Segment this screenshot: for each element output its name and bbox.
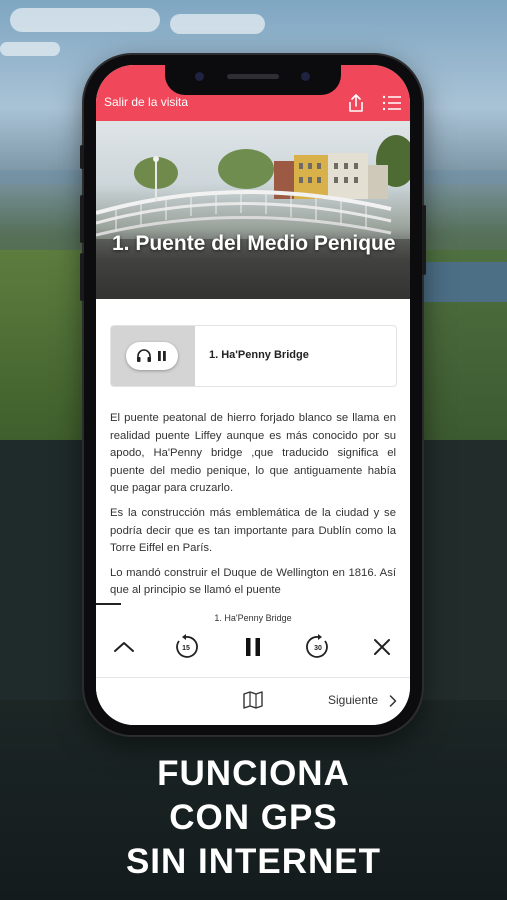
- promo-line: FUNCIONA: [157, 754, 350, 793]
- article-paragraph: El puente peatonal de hierro forjado bla…: [110, 412, 396, 495]
- playback-progress-bar[interactable]: [96, 603, 122, 605]
- chevron-up-icon[interactable]: [110, 633, 138, 661]
- phone-notch: [165, 65, 341, 95]
- phone-frame: Salir de la visita 1. Puente del Medio P…: [80, 55, 426, 735]
- audio-thumbnail: [111, 326, 195, 386]
- share-icon[interactable]: [346, 93, 366, 113]
- headphones-icon: [137, 349, 151, 362]
- bottom-navigation: Siguiente: [96, 677, 410, 725]
- map-icon[interactable]: [242, 691, 264, 709]
- article-body: El puente peatonal de hierro forjado bla…: [110, 410, 396, 607]
- promo-headline: FUNCIONA CON GPS SIN INTERNET: [0, 752, 507, 884]
- audio-card[interactable]: 1. Ha'Penny Bridge: [110, 325, 397, 387]
- hero-image: 1. Puente del Medio Penique: [96, 121, 410, 299]
- promo-line: CON GPS: [169, 798, 338, 837]
- phone-side-button: [80, 195, 84, 243]
- phone-side-button: [80, 145, 84, 169]
- background-cloud: [170, 14, 265, 34]
- background-cloud: [0, 42, 60, 56]
- article-paragraph: Lo mandó construir el Duque de Wellingto…: [110, 566, 396, 597]
- pause-icon[interactable]: [239, 633, 267, 661]
- background-cloud: [10, 8, 160, 32]
- list-menu-icon[interactable]: [382, 95, 402, 111]
- audio-player: 1. Ha'Penny Bridge 15 30: [96, 603, 410, 675]
- audio-track-title: 1. Ha'Penny Bridge: [209, 349, 309, 361]
- audio-play-pill[interactable]: [126, 342, 178, 370]
- promo-line: SIN INTERNET: [125, 842, 382, 881]
- bridge-illustration: [96, 135, 410, 299]
- app-screen: Salir de la visita 1. Puente del Medio P…: [96, 65, 410, 725]
- article-paragraph: Es la construcción más emblemática de la…: [110, 506, 396, 555]
- close-icon[interactable]: [368, 633, 396, 661]
- forward-seconds-label: 30: [314, 645, 322, 652]
- forward-30-icon[interactable]: 30: [304, 633, 332, 661]
- rewind-seconds-label: 15: [182, 645, 190, 652]
- background-cliff: [0, 440, 90, 700]
- exit-tour-link[interactable]: Salir de la visita: [104, 95, 188, 109]
- chevron-right-icon[interactable]: [389, 695, 397, 707]
- background-fields: [0, 250, 90, 440]
- phone-side-button: [422, 205, 426, 275]
- next-stop-button[interactable]: Siguiente: [328, 693, 378, 707]
- background-cliff: [417, 440, 507, 700]
- phone-side-button: [80, 253, 84, 301]
- stop-title: 1. Puente del Medio Penique: [112, 232, 396, 255]
- player-track-title: 1. Ha'Penny Bridge: [214, 613, 292, 623]
- background-water: [417, 262, 507, 302]
- pause-icon: [158, 351, 166, 361]
- rewind-15-icon[interactable]: 15: [172, 633, 200, 661]
